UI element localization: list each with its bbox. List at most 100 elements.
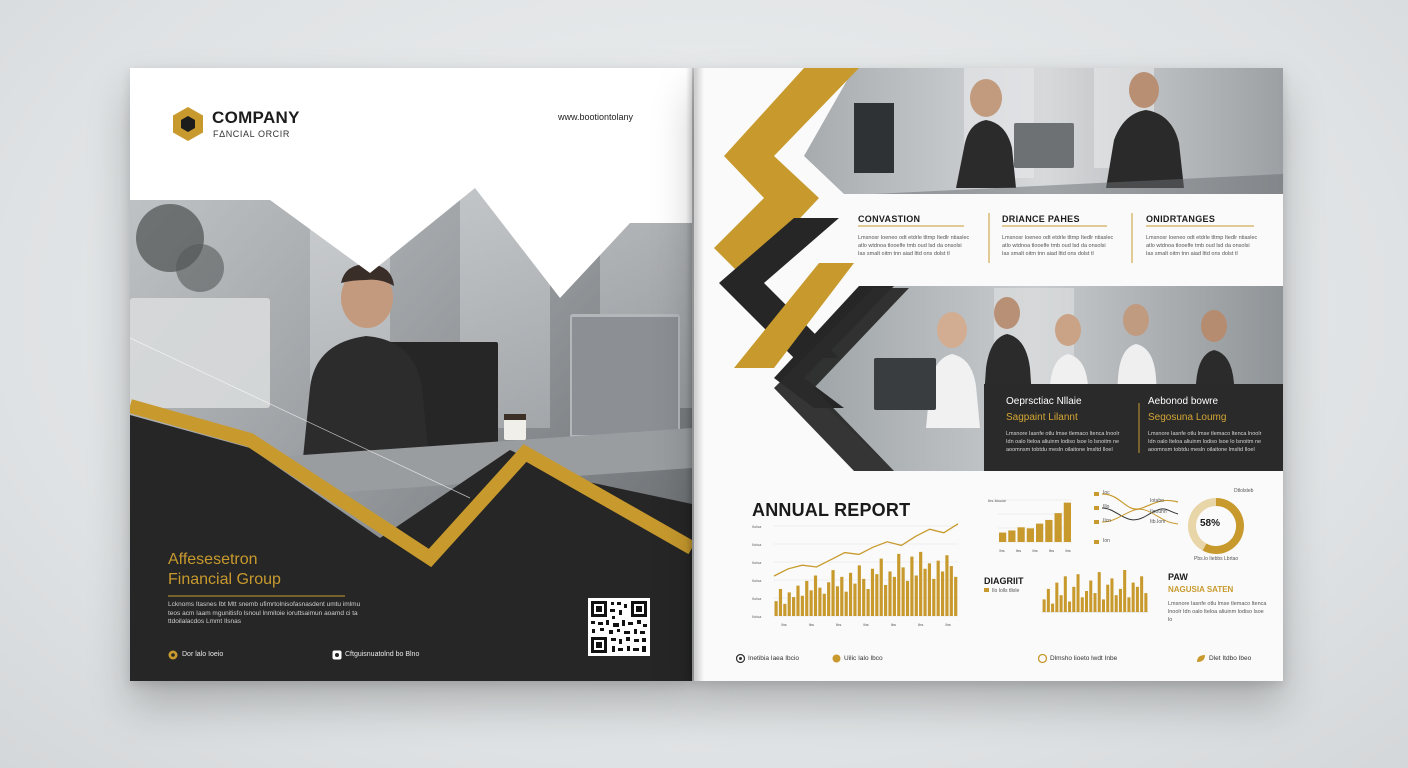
bar: [800, 595, 804, 616]
bar: [840, 576, 844, 616]
bar: [1089, 580, 1093, 612]
bar: [1101, 599, 1105, 612]
bar: [1135, 586, 1139, 612]
band-subheading-1: Sagpaint Lilannt: [1006, 412, 1078, 423]
mini-bar-label: Ibs Itlauite: [988, 498, 1007, 503]
annual-report-chart: Ilolsa Ilolsa Ilolsa Ilolsa Ilolsa Ilolsa Ibs I…: [752, 523, 959, 627]
bar: [827, 582, 831, 616]
bar: [919, 551, 923, 616]
bar: [813, 575, 818, 616]
bar: [910, 556, 914, 616]
email-icon: [1038, 654, 1047, 663]
bar: [1068, 601, 1072, 612]
bar: [892, 576, 896, 616]
footer-item-3: Dlmsho lioeto lwdt Inbe: [1050, 655, 1118, 662]
bar: [936, 560, 940, 616]
bar: [778, 589, 783, 616]
website-url[interactable]: www.bootiontolany: [558, 112, 633, 122]
bar: [1114, 595, 1118, 612]
bar: [1123, 570, 1127, 612]
flow-label-1: Iotabo: [1150, 498, 1164, 504]
y-tick-label: Ilolsa: [752, 578, 762, 583]
y-tick-label: Ilolsa: [752, 542, 762, 547]
flow-legend-1: Ioc: [1103, 490, 1110, 496]
logo-name: COMPANY: [212, 108, 300, 127]
column-body-3: Lmsnosr Ioeneo odt etdrle tltmp Itedlr n…: [1146, 235, 1258, 257]
bar: [844, 591, 848, 616]
x-tick-label: Ibs: [918, 622, 923, 627]
annual-report-title: ANNUAL REPORT: [752, 500, 911, 520]
location-pin-icon: [736, 654, 745, 663]
paw-heading: PAW: [1168, 572, 1188, 582]
bar: [792, 597, 796, 616]
qr-code-icon[interactable]: [588, 598, 650, 656]
flow-legend-2: Illo: [1103, 504, 1110, 510]
bar: [1042, 599, 1046, 612]
bar: [954, 576, 958, 616]
bar: [1051, 603, 1055, 612]
band-subheading-2: Segosuna Loumg: [1148, 412, 1227, 423]
bar: [1072, 586, 1076, 612]
bar: [1055, 582, 1059, 612]
flow-legend-3: IIcn: [1103, 518, 1112, 524]
y-tick-label: Ilolsa: [752, 614, 762, 619]
bar: [1144, 593, 1148, 612]
bar: [888, 571, 892, 616]
footer-item-1: Inetibia Iaea Ibcio: [748, 655, 799, 662]
bar: [1110, 578, 1114, 612]
footer-contact: Cftguisnuatolnd bo Blno: [345, 651, 420, 658]
bar: [809, 590, 813, 616]
bar: [796, 585, 800, 616]
bar: [783, 603, 787, 616]
column-body-2: Lmsnosr Ioeneo odt etdrle tltmp Itedlr n…: [1002, 235, 1114, 257]
bar: [1054, 513, 1062, 542]
cover-body-text: Lcknoms Itasnes Ibt Mtt snemb ufimrtolni…: [168, 601, 361, 625]
diagrit-legend: Ilo Iolls tllole: [992, 588, 1020, 594]
x-tick-label: Ibs: [1032, 548, 1037, 553]
y-tick-label: Ilolsa: [752, 524, 762, 529]
x-tick-label: Ibs: [1016, 548, 1021, 553]
column-body-1: Lmsnosr Ioeneo odt etdrle tltmp Itedlr n…: [858, 235, 970, 257]
column-heading-3: ONIDRTANGES: [1146, 214, 1216, 224]
bar: [1026, 528, 1034, 542]
x-tick-label: Ibs: [999, 548, 1004, 553]
company-logo[interactable]: [172, 106, 204, 142]
x-tick-label: Ibs: [781, 622, 786, 627]
bar: [927, 563, 932, 616]
band-body-1: Lmsnore Iasnfe otlu lmse tlemaco ltenca …: [1006, 431, 1120, 453]
x-tick-label: Ibs: [1065, 548, 1070, 553]
bar: [1045, 519, 1053, 542]
location-pin-icon: [168, 650, 178, 660]
x-tick-label: Ibs: [863, 622, 868, 627]
x-tick-label: Ibs: [891, 622, 896, 627]
donut-label-top: Dtlolsteb: [1234, 488, 1254, 494]
bar: [787, 592, 791, 616]
bar: [884, 584, 888, 616]
bar: [1063, 576, 1067, 612]
bar: [818, 587, 822, 616]
bar: [901, 567, 905, 616]
bar: [1118, 588, 1122, 612]
diagrit-bar-chart: [1042, 570, 1148, 613]
bar: [914, 575, 918, 616]
bar: [1008, 530, 1016, 542]
band-heading-1: Oeprsctiac Nllaie: [1006, 396, 1082, 407]
logo-tagline: FΔNCIAL ORCIR: [213, 129, 290, 139]
y-tick-label: Ilolsa: [752, 560, 762, 565]
x-tick-label: Ibs: [836, 622, 841, 627]
flow-label-3: Itb.Iom: [1150, 519, 1166, 525]
bar: [1036, 523, 1044, 542]
bar: [848, 572, 853, 616]
bar: [1076, 574, 1080, 612]
bar: [1127, 597, 1131, 612]
flow-label-2: IIoouhn: [1150, 509, 1167, 515]
cover-title-line1: Affesesetron: [168, 551, 258, 568]
bar: [866, 589, 870, 616]
bar: [1140, 576, 1144, 612]
column-heading-1: CONVASTION: [858, 214, 921, 224]
bar: [774, 601, 778, 616]
bar: [1106, 584, 1110, 612]
phone-icon: [832, 654, 841, 663]
bar: [879, 558, 883, 616]
footer-address: Dor lalo Ioeio: [182, 651, 224, 658]
